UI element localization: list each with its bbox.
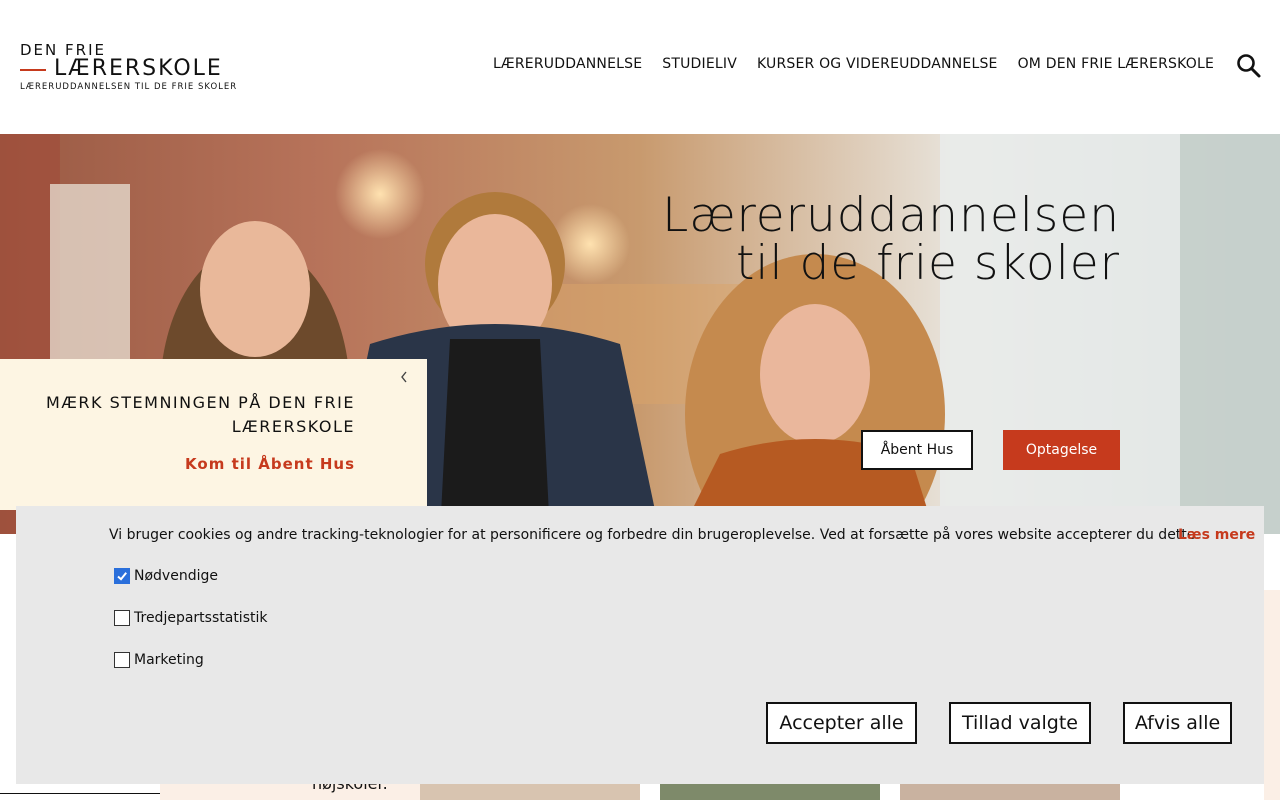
logo-line2: LÆRERSKOLE [54, 56, 223, 81]
cookie-option-label: Nødvendige [134, 568, 218, 584]
checkmark-icon [117, 572, 127, 581]
cookie-option-label: Tredjepartsstatistik [134, 610, 268, 626]
accept-all-button[interactable]: Accepter alle [766, 702, 917, 744]
nav-item-laereruddannelse[interactable]: LÆRERUDDANNELSE [493, 56, 642, 72]
logo-tagline: LÆRERUDDANNELSEN TIL DE FRIE SKOLER [20, 82, 238, 92]
divider [0, 793, 160, 794]
promo-link[interactable]: Kom til Åbent Hus [185, 455, 355, 473]
cookie-option-marketing: Marketing [114, 652, 204, 668]
reject-all-button[interactable]: Afvis alle [1123, 702, 1232, 744]
checkbox-necessary[interactable] [114, 568, 130, 584]
hero-title-line2: til de frie skoler [735, 236, 1120, 291]
nav-item-kurser[interactable]: KURSER OG VIDEREUDDANNELSE [757, 56, 998, 72]
logo-dash [20, 69, 46, 71]
content-card-edge [1264, 590, 1280, 800]
site-logo[interactable]: DEN FRIE LÆRERSKOLE LÆRERUDDANNELSEN TIL… [20, 41, 236, 95]
cookie-option-statistics: Tredjepartsstatistik [114, 610, 267, 626]
checkbox-marketing[interactable] [114, 652, 130, 668]
cookie-option-necessary: Nødvendige [114, 568, 218, 584]
promo-box: MÆRK STEMNINGEN PÅ DEN FRIE LÆRERSKOLE K… [0, 359, 427, 510]
chevron-left-icon[interactable] [400, 371, 408, 387]
apply-button[interactable]: Optagelse [1003, 430, 1120, 470]
cookie-message: Vi bruger cookies og andre tracking-tekn… [109, 527, 1200, 543]
promo-title: MÆRK STEMNINGEN PÅ DEN FRIE LÆRERSKOLE [46, 393, 355, 436]
main-nav: LÆRERUDDANNELSE STUDIELIV KURSER OG VIDE… [493, 56, 1214, 72]
allow-selected-button[interactable]: Tillad valgte [949, 702, 1091, 744]
hero-title-line1: Læreruddannelsen [662, 188, 1120, 243]
nav-item-om[interactable]: OM DEN FRIE LÆRERSKOLE [1018, 56, 1214, 72]
cookie-option-label: Marketing [134, 652, 204, 668]
checkbox-statistics[interactable] [114, 610, 130, 626]
read-more-link[interactable]: Læs mere [1178, 527, 1255, 543]
open-house-button[interactable]: Åbent Hus [861, 430, 973, 470]
nav-item-studieliv[interactable]: STUDIELIV [662, 56, 737, 72]
search-icon[interactable] [1236, 53, 1262, 79]
cookie-banner: Vi bruger cookies og andre tracking-tekn… [16, 506, 1264, 784]
site-header: DEN FRIE LÆRERSKOLE LÆRERUDDANNELSEN TIL… [0, 0, 1280, 134]
hero-title: Læreruddannelsen til de frie skoler [662, 192, 1120, 288]
